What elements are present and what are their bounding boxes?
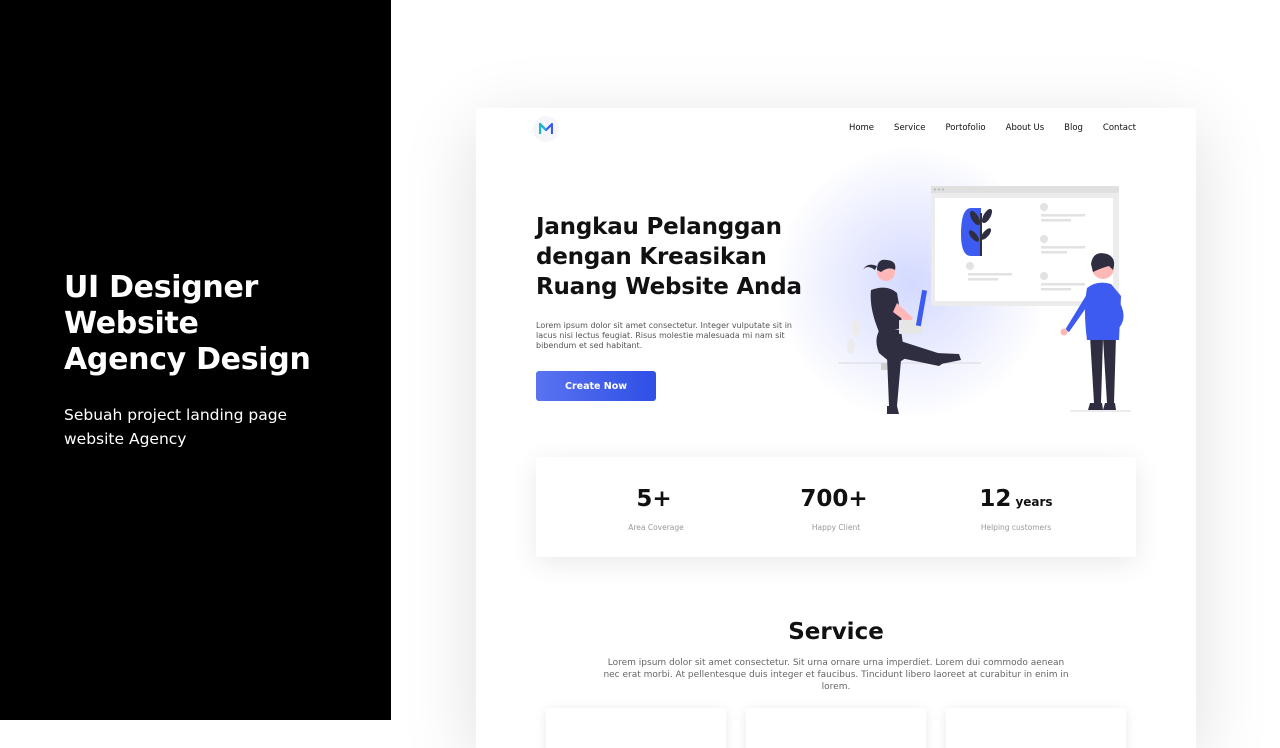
placeholder-avatar	[1040, 235, 1048, 243]
placeholder-avatar	[966, 262, 974, 270]
slide-title-line: UI Designer	[64, 270, 259, 305]
left-panel: UI Designer Website Agency Design Sebuah…	[0, 0, 391, 720]
placeholder-line	[1041, 246, 1085, 249]
board-dot	[941, 188, 945, 191]
stat-area-coverage: 5+ Area Coverage	[576, 484, 736, 532]
placeholder-line	[1041, 214, 1085, 217]
service-card[interactable]	[546, 708, 726, 748]
hero-title-line: Jangkau Pelanggan	[536, 214, 782, 240]
hero-title-line: Ruang Website Anda	[536, 274, 802, 300]
placeholder-line	[1041, 251, 1067, 254]
nav-service[interactable]: Service	[894, 123, 925, 133]
placeholder-line	[968, 278, 998, 281]
stat-number: 12	[979, 486, 1012, 512]
slide-description: Sebuah project landing page website Agen…	[64, 406, 288, 448]
nav-portofolio[interactable]: Portofolio	[945, 123, 985, 133]
hero-illustration	[838, 186, 1131, 414]
stat-label: Area Coverage	[628, 523, 684, 532]
service-card[interactable]	[946, 708, 1126, 748]
stat-helping-customers: 12 years Helping customers	[936, 484, 1096, 532]
m-logo-icon-shape	[539, 123, 553, 134]
placeholder-line	[968, 273, 1012, 276]
hero-title-line: dengan Kreasikan	[536, 244, 767, 270]
slide-title-line: Agency Design	[64, 342, 311, 377]
stats-bar: 5+ Area Coverage 700+ Happy Client 12 yea…	[536, 457, 1136, 557]
hero-title: Jangkau Pelanggan dengan Kreasikan Ruang…	[536, 212, 836, 302]
plant-icon	[847, 338, 855, 354]
stat-unit: years	[1015, 495, 1053, 509]
m-logo-icon[interactable]	[533, 116, 559, 142]
placeholder-line	[1041, 288, 1071, 291]
slide-title: UI Designer Website Agency Design	[64, 270, 374, 378]
service-description: Lorem ipsum dolor sit amet consectetur. …	[603, 658, 1069, 692]
stat-value: 5+	[576, 484, 736, 517]
placeholder-line	[1041, 283, 1085, 286]
main-nav: Home Service Portofolio About Us Blog Co…	[849, 123, 1136, 133]
placeholder-line	[1041, 219, 1071, 222]
nav-blog[interactable]: Blog	[1064, 123, 1083, 133]
stat-label: Helping customers	[980, 523, 1052, 532]
stat-number: 5+	[636, 486, 672, 512]
board-top-bar	[931, 186, 1119, 193]
stat-number: 700+	[800, 486, 868, 512]
hero-description: Lorem ipsum dolor sit amet consectetur. …	[536, 321, 793, 350]
nav-about-us[interactable]: About Us	[1006, 123, 1044, 133]
stat-happy-client: 700+ Happy Client	[756, 484, 916, 532]
board-screen	[935, 198, 1113, 301]
create-now-button[interactable]: Create Now	[536, 371, 656, 401]
stat-value: 700+	[756, 484, 916, 517]
placeholder-avatar	[1040, 272, 1048, 280]
stat-label: Happy Client	[811, 523, 861, 532]
service-title: Service	[788, 619, 884, 645]
nav-contact[interactable]: Contact	[1103, 123, 1136, 133]
service-card[interactable]	[746, 708, 926, 748]
stat-value: 12 years	[936, 484, 1096, 517]
placeholder-avatar	[1040, 203, 1048, 211]
nav-home[interactable]: Home	[849, 123, 874, 133]
board-dot	[933, 188, 937, 191]
slide-title-line: Website	[64, 306, 199, 341]
plant-icon	[852, 319, 860, 337]
website-mockup: Home Service Portofolio About Us Blog Co…	[476, 108, 1196, 748]
board-dot	[937, 188, 941, 191]
